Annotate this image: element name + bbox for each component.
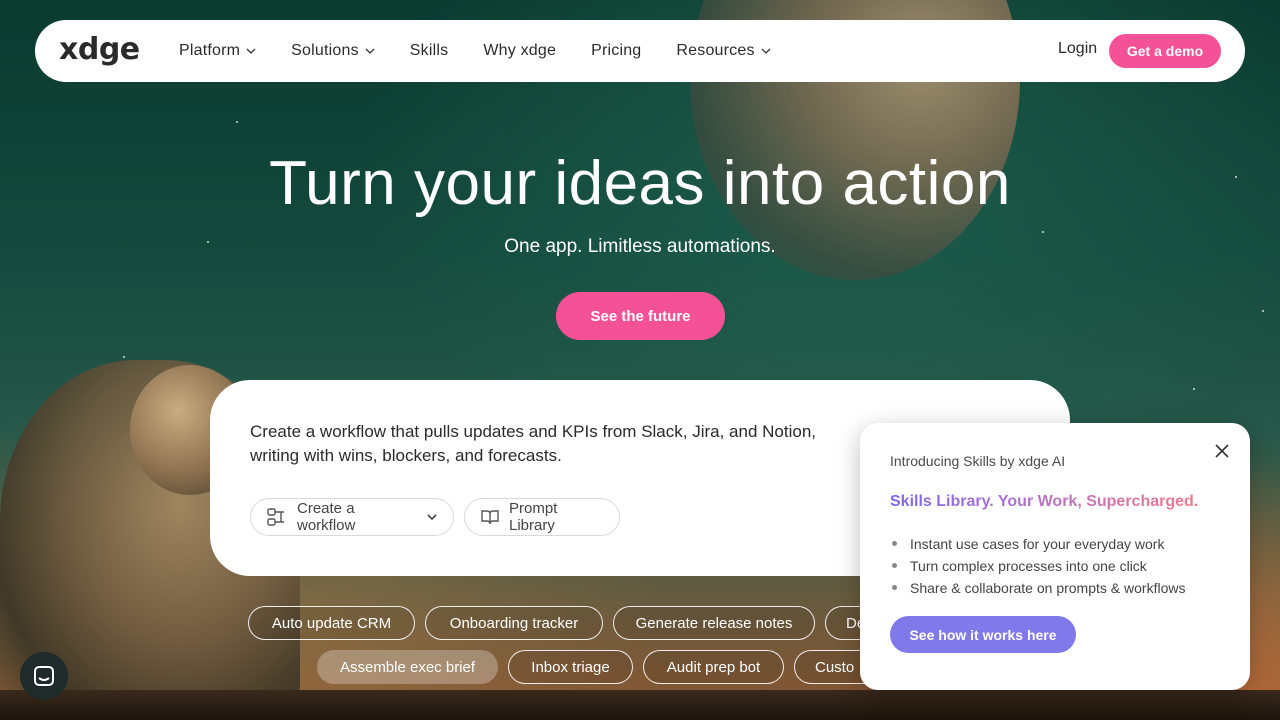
close-button[interactable] <box>1212 441 1232 461</box>
nav-links: Platform Solutions Skills Why xdge Prici… <box>179 20 771 82</box>
book-icon <box>481 510 499 525</box>
top-navigation: xdge Platform Solutions Skills Why xdge … <box>35 20 1245 82</box>
chat-icon <box>34 666 54 686</box>
prompt-input[interactable]: Create a workflow that pulls updates and… <box>250 420 860 468</box>
chip-inbox-triage[interactable]: Inbox triage <box>508 650 633 684</box>
workflow-icon <box>267 508 284 526</box>
prompt-library-button[interactable]: Prompt Library <box>464 498 620 536</box>
nav-item-solutions[interactable]: Solutions <box>291 42 375 60</box>
popup-headline: Skills Library. Your Work, Supercharged. <box>890 493 1199 510</box>
star <box>1262 310 1264 312</box>
chat-launcher-button[interactable] <box>20 652 68 700</box>
brand-logo[interactable]: xdge <box>59 32 140 67</box>
list-item: Turn complex processes into one click <box>890 555 1185 577</box>
prompt-library-label: Prompt Library <box>509 500 558 534</box>
hero-title: Turn your ideas into action <box>269 149 1011 218</box>
popup-bullets: Instant use cases for your everyday work… <box>890 533 1185 599</box>
nav-item-label: Why xdge <box>483 42 557 59</box>
star <box>236 121 238 123</box>
nav-item-platform[interactable]: Platform <box>179 42 256 60</box>
skills-popup: Introducing Skills by xdge AI Skills Lib… <box>860 423 1250 690</box>
star <box>123 356 125 358</box>
create-workflow-label: Create a workflow <box>297 500 356 534</box>
star <box>1042 231 1044 233</box>
chevron-down-icon <box>427 514 437 521</box>
see-how-it-works-button[interactable]: See how it works here <box>890 616 1076 653</box>
close-icon <box>1215 444 1229 458</box>
chevron-down-icon <box>365 48 375 54</box>
popup-intro: Introducing Skills by xdge AI <box>890 453 1066 469</box>
nav-item-label: Platform <box>179 42 241 59</box>
star <box>1193 388 1195 390</box>
list-item: Share & collaborate on prompts & workflo… <box>890 577 1185 599</box>
nav-item-resources[interactable]: Resources <box>676 42 771 60</box>
nav-item-why-xdge[interactable]: Why xdge <box>483 42 556 60</box>
see-the-future-button[interactable]: See the future <box>556 292 725 340</box>
chip-assemble-exec-brief[interactable]: Assemble exec brief <box>317 650 498 684</box>
hero-subtitle: One app. Limitless automations. <box>504 236 776 257</box>
chip-generate-release-notes[interactable]: Generate release notes <box>613 606 815 640</box>
nav-item-skills[interactable]: Skills <box>410 42 449 60</box>
nav-item-label: Skills <box>409 42 449 59</box>
chevron-down-icon <box>246 48 256 54</box>
create-workflow-dropdown[interactable]: Create a workflow <box>250 498 454 536</box>
nav-item-pricing[interactable]: Pricing <box>591 42 641 60</box>
nav-item-label: Solutions <box>291 42 359 59</box>
nav-item-label: Resources <box>676 42 755 59</box>
list-item: Instant use cases for your everyday work <box>890 533 1185 555</box>
chevron-down-icon <box>761 48 771 54</box>
chip-audit-prep-bot[interactable]: Audit prep bot <box>643 650 784 684</box>
chip-auto-update-crm[interactable]: Auto update CRM <box>248 606 415 640</box>
get-demo-button[interactable]: Get a demo <box>1109 34 1221 68</box>
ground-strip <box>0 690 1280 720</box>
chip-onboarding-tracker[interactable]: Onboarding tracker <box>425 606 603 640</box>
login-link[interactable]: Login <box>1058 40 1097 58</box>
nav-item-label: Pricing <box>591 42 642 59</box>
